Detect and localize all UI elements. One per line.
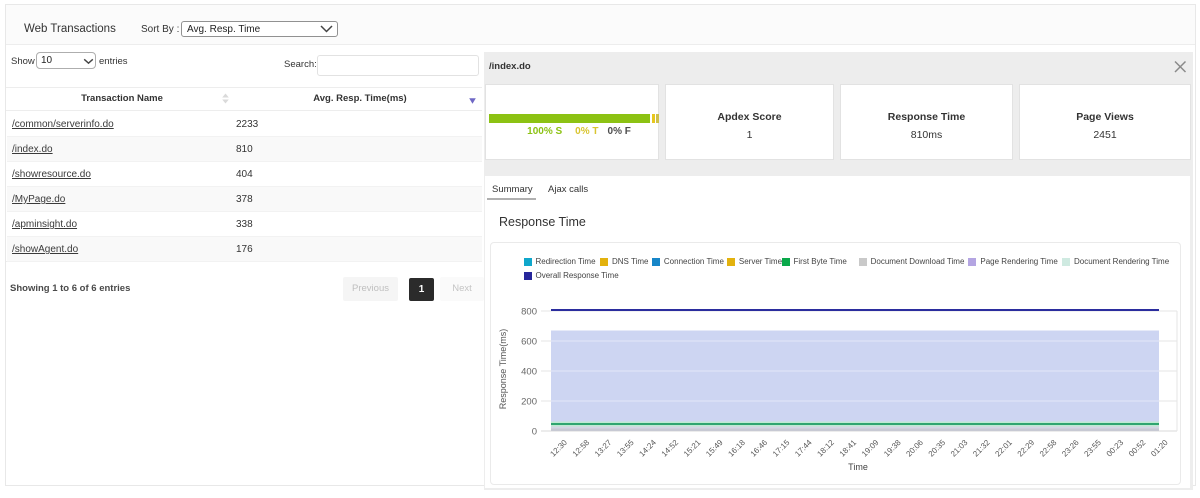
svg-text:400: 400	[521, 367, 537, 378]
svg-text:600: 600	[521, 337, 537, 348]
svg-text:14:52: 14:52	[660, 438, 681, 459]
svg-text:12:30: 12:30	[548, 438, 569, 459]
svg-text:01:20: 01:20	[1149, 438, 1170, 459]
svg-text:16:46: 16:46	[749, 438, 770, 459]
svg-text:13:55: 13:55	[615, 438, 636, 459]
svg-text:19:09: 19:09	[860, 438, 881, 459]
svg-text:12:58: 12:58	[571, 438, 592, 459]
svg-text:15:49: 15:49	[704, 438, 725, 459]
svg-text:17:15: 17:15	[771, 438, 792, 459]
svg-text:22:01: 22:01	[993, 438, 1014, 459]
svg-text:19:38: 19:38	[882, 438, 903, 459]
svg-text:16:18: 16:18	[726, 438, 747, 459]
svg-text:20:35: 20:35	[927, 438, 948, 459]
svg-text:Response Time(ms): Response Time(ms)	[498, 329, 508, 410]
svg-text:22:29: 22:29	[1016, 438, 1037, 459]
svg-text:23:26: 23:26	[1060, 438, 1081, 459]
svg-text:18:12: 18:12	[815, 438, 836, 459]
svg-text:200: 200	[521, 397, 537, 408]
svg-text:14:24: 14:24	[637, 438, 658, 459]
svg-text:00:52: 00:52	[1127, 438, 1148, 459]
svg-text:22:58: 22:58	[1038, 438, 1059, 459]
svg-text:Time: Time	[848, 462, 868, 472]
svg-text:23:55: 23:55	[1082, 438, 1103, 459]
svg-text:13:27: 13:27	[593, 438, 614, 459]
svg-text:15:21: 15:21	[682, 438, 703, 459]
svg-text:21:03: 21:03	[949, 438, 970, 459]
svg-text:21:32: 21:32	[971, 438, 992, 459]
svg-text:20:06: 20:06	[904, 438, 925, 459]
svg-text:18:41: 18:41	[838, 438, 859, 459]
svg-text:17:44: 17:44	[793, 438, 814, 459]
svg-text:800: 800	[521, 307, 537, 318]
svg-text:00:23: 00:23	[1105, 438, 1126, 459]
svg-text:0: 0	[532, 427, 537, 438]
